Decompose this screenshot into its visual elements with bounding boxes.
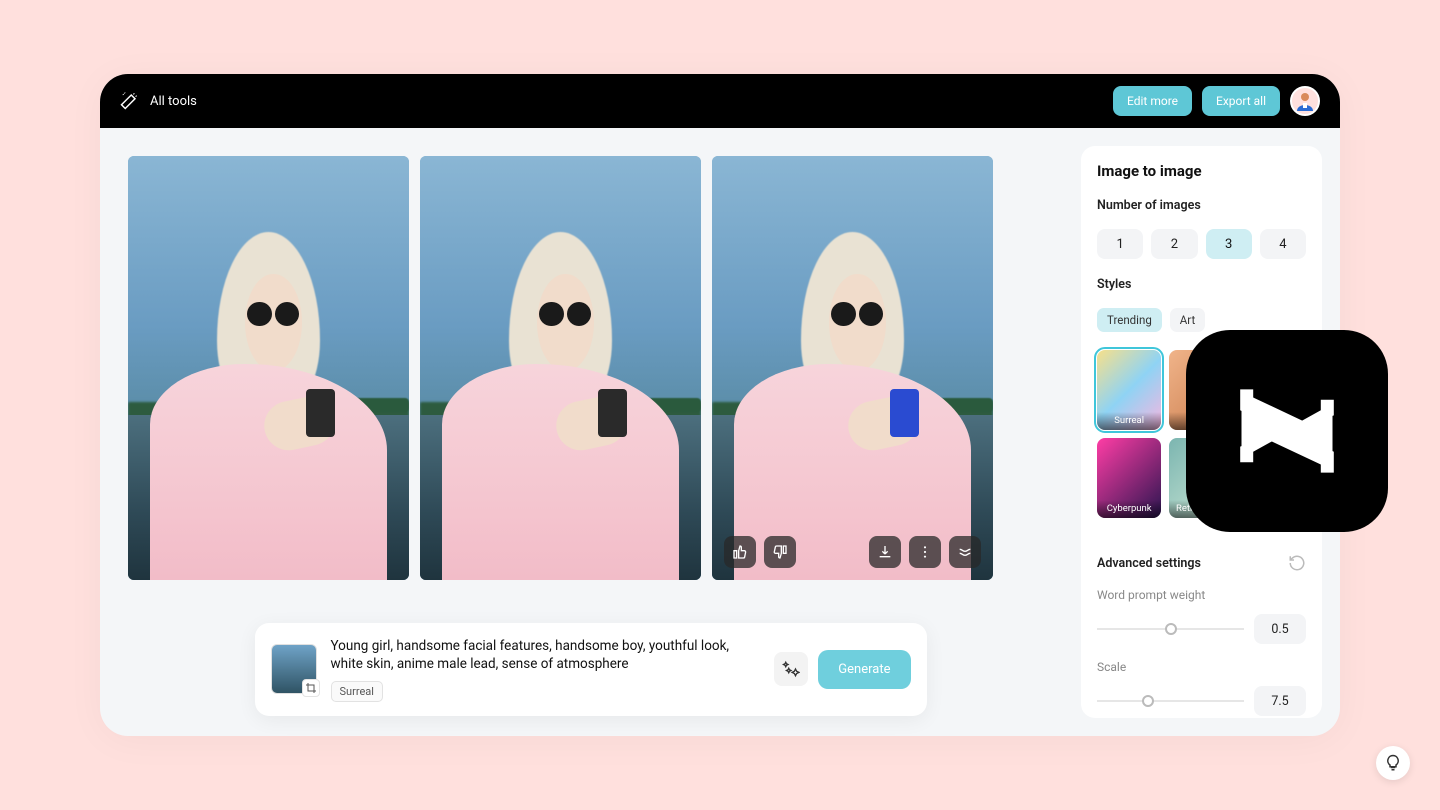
style-card-cyberpunk[interactable]: Cyberpunk	[1097, 438, 1161, 518]
num-option-4[interactable]: 4	[1260, 229, 1306, 259]
generated-images-row	[128, 156, 1053, 580]
app-window: All tools Edit more Export all	[100, 74, 1340, 736]
crop-icon[interactable]	[302, 679, 320, 697]
variations-button[interactable]	[949, 536, 981, 568]
prompt-bar: Young girl, handsome facial features, ha…	[255, 623, 927, 716]
style-tab-art[interactable]: Art	[1170, 308, 1205, 332]
styles-label: Styles	[1097, 277, 1306, 292]
magic-prompt-button[interactable]	[774, 652, 808, 686]
generated-image-3[interactable]	[712, 156, 993, 580]
download-button[interactable]	[869, 536, 901, 568]
style-card-surreal[interactable]: Surreal	[1097, 350, 1161, 430]
scale-slider[interactable]	[1097, 691, 1244, 711]
num-images-row: 1 2 3 4	[1097, 229, 1306, 259]
num-images-label: Number of images	[1097, 198, 1306, 213]
more-button[interactable]	[909, 536, 941, 568]
num-option-3[interactable]: 3	[1206, 229, 1252, 259]
word-weight-label: Word prompt weight	[1097, 588, 1306, 602]
all-tools-label[interactable]: All tools	[150, 94, 197, 109]
avatar[interactable]	[1290, 86, 1320, 116]
thumbs-down-button[interactable]	[764, 536, 796, 568]
num-option-2[interactable]: 2	[1151, 229, 1197, 259]
top-bar: All tools Edit more Export all	[100, 74, 1340, 128]
num-option-1[interactable]: 1	[1097, 229, 1143, 259]
advanced-settings-label: Advanced settings	[1097, 556, 1201, 571]
scale-label: Scale	[1097, 660, 1306, 674]
reset-icon[interactable]	[1288, 554, 1306, 572]
scale-value[interactable]: 7.5	[1254, 686, 1306, 716]
capcut-logo	[1186, 330, 1388, 532]
prompt-style-tag[interactable]: Surreal	[331, 681, 383, 702]
style-tab-trending[interactable]: Trending	[1097, 308, 1162, 332]
wand-icon	[120, 92, 138, 110]
source-thumbnail[interactable]	[271, 644, 317, 694]
thumbs-up-button[interactable]	[724, 536, 756, 568]
generated-image-2[interactable]	[420, 156, 701, 580]
word-weight-slider[interactable]	[1097, 619, 1244, 639]
panel-title: Image to image	[1097, 162, 1306, 180]
generate-button[interactable]: Generate	[818, 650, 910, 689]
generated-image-1[interactable]	[128, 156, 409, 580]
main-area: Young girl, handsome facial features, ha…	[100, 128, 1081, 736]
prompt-text[interactable]: Young girl, handsome facial features, ha…	[331, 637, 761, 673]
edit-more-button[interactable]: Edit more	[1113, 86, 1192, 116]
word-weight-value[interactable]: 0.5	[1254, 614, 1306, 644]
export-all-button[interactable]: Export all	[1202, 86, 1280, 116]
